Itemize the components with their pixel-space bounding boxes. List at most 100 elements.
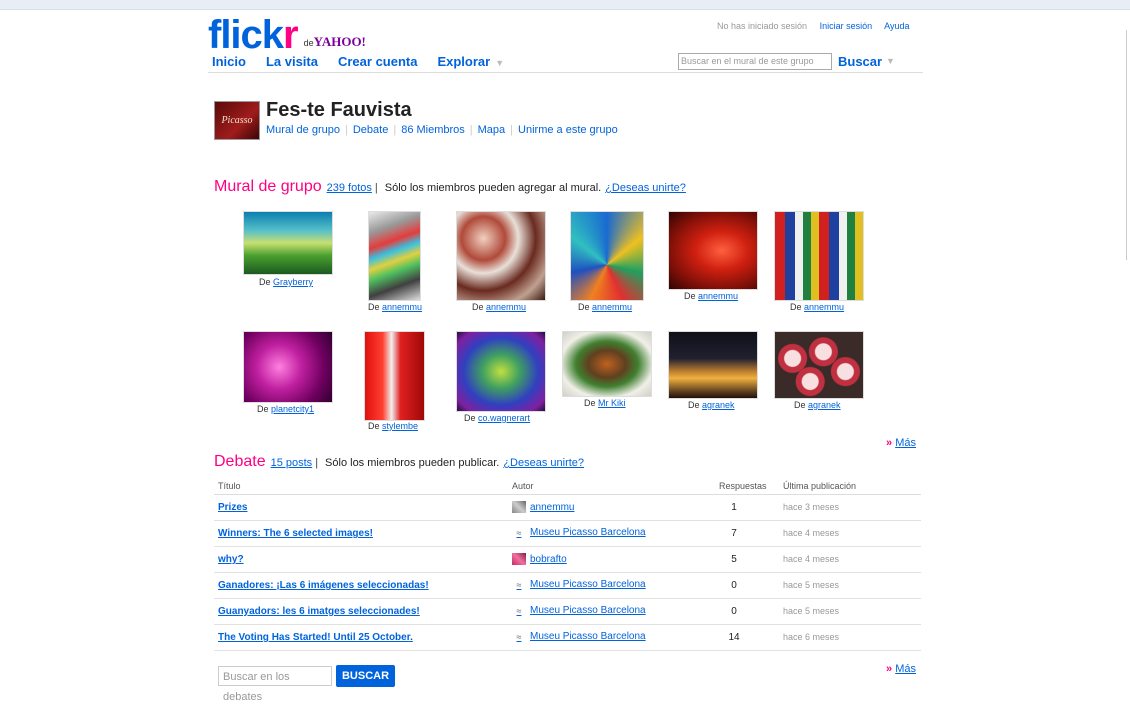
avatar[interactable] — [512, 501, 526, 513]
author-link[interactable]: Museu Picasso Barcelona — [530, 631, 646, 642]
buddy-icon[interactable]: ≈ — [512, 580, 526, 590]
photo-thumbnail[interactable] — [562, 331, 652, 397]
photo-thumbnail[interactable] — [243, 211, 333, 275]
discuss-heading-row: Debate 15 posts | Sólo los miembros pued… — [214, 453, 584, 471]
avatar[interactable] — [512, 553, 526, 565]
table-row: Ganadores: ¡Las 6 imágenes seleccionadas… — [214, 573, 921, 599]
pool-search-input[interactable]: Buscar en el mural de este grupo — [678, 53, 832, 70]
author-link[interactable]: bobrafto — [530, 554, 567, 565]
photo-author-link[interactable]: planetcity1 — [271, 404, 314, 414]
photo-thumbnail[interactable] — [668, 331, 758, 399]
topic-title-link[interactable]: Guanyadors: les 6 imatges seleccionades! — [218, 606, 420, 617]
link-separator: | — [393, 124, 397, 136]
link-miembros[interactable]: 86 Miembros — [401, 124, 465, 136]
photo-thumbnail[interactable] — [668, 211, 758, 290]
photo-thumbnail[interactable] — [368, 211, 421, 301]
photo-author-link[interactable]: annemmu — [382, 302, 422, 312]
photo-thumbnail[interactable] — [570, 211, 644, 301]
photo-caption: De annemmu — [790, 302, 844, 312]
link-mapa[interactable]: Mapa — [478, 124, 506, 136]
logo-wordmark: flickr — [208, 15, 299, 55]
photo-thumbnail[interactable] — [774, 331, 864, 399]
photo-thumbnail[interactable] — [456, 331, 546, 412]
photo-thumbnail[interactable] — [243, 331, 333, 403]
group-icon[interactable]: Picasso — [214, 101, 260, 140]
topic-title-link[interactable]: The Voting Has Started! Until 25 October… — [218, 632, 413, 643]
photo-thumbnail[interactable] — [774, 211, 864, 301]
search-button[interactable]: Buscar — [838, 54, 882, 69]
pool-photo[interactable]: De annemmu — [668, 211, 758, 301]
nav-la-visita[interactable]: La visita — [266, 54, 318, 69]
chevron-down-icon[interactable]: ▼ — [495, 58, 504, 68]
separator: | — [374, 182, 378, 194]
link-mural[interactable]: Mural de grupo — [266, 124, 340, 136]
photo-author-link[interactable]: annemmu — [698, 291, 738, 301]
photo-author-link[interactable]: annemmu — [486, 302, 526, 312]
pool-photo[interactable]: De stylembe — [364, 331, 425, 431]
buddy-icon[interactable]: ≈ — [512, 632, 526, 642]
yahoo-logo: YAHOO! — [313, 34, 366, 49]
table-row: Winners: The 6 selected images! ≈ Museu P… — [214, 521, 921, 547]
photo-author-link[interactable]: co.wagnerart — [478, 413, 530, 423]
topic-title-link[interactable]: Ganadores: ¡Las 6 imágenes seleccionadas… — [218, 580, 429, 591]
link-debate[interactable]: Debate — [353, 124, 388, 136]
author-link[interactable]: annemmu — [530, 502, 574, 513]
nav-explorar-label: Explorar — [437, 54, 491, 69]
help-link[interactable]: Ayuda — [884, 21, 909, 31]
pool-note: Sólo los miembros pueden agregar al mura… — [384, 182, 602, 194]
login-status: No has iniciado sesión — [717, 21, 808, 31]
photo-author-link[interactable]: stylembe — [382, 421, 418, 431]
author-link[interactable]: Museu Picasso Barcelona — [530, 605, 646, 616]
photo-author-link[interactable]: annemmu — [592, 302, 632, 312]
chevron-down-icon[interactable]: ▼ — [886, 56, 895, 66]
topic-author: ≈ Museu Picasso Barcelona — [512, 631, 646, 642]
photo-author-link[interactable]: Grayberry — [273, 277, 313, 287]
discussion-search-button[interactable]: BUSCAR — [336, 665, 395, 687]
topic-title-link[interactable]: why? — [218, 554, 244, 565]
link-separator: | — [345, 124, 348, 136]
account-bar: No has iniciado sesión Iniciar sesión Ay… — [717, 21, 919, 31]
nav-crear-cuenta[interactable]: Crear cuenta — [338, 54, 417, 69]
discuss-count-link[interactable]: 15 posts — [271, 457, 313, 469]
photo-author-link[interactable]: Mr Kiki — [598, 398, 626, 408]
pool-photo[interactable]: De agranek — [774, 331, 864, 410]
photo-thumbnail[interactable] — [456, 211, 546, 301]
window-scrollbar[interactable] — [1126, 30, 1130, 260]
nav-inicio[interactable]: Inicio — [212, 54, 246, 69]
photo-caption: De Grayberry — [259, 277, 313, 287]
more-arrow-icon: » — [886, 663, 893, 675]
pool-join-link[interactable]: ¿Deseas unirte? — [605, 182, 686, 194]
pool-photo[interactable]: De co.wagnerart — [456, 331, 546, 423]
photo-thumbnail[interactable] — [364, 331, 425, 421]
photo-author-link[interactable]: agranek — [808, 400, 841, 410]
buddy-icon[interactable]: ≈ — [512, 606, 526, 616]
discuss-more-link[interactable]: » Más — [886, 663, 916, 675]
author-link[interactable]: Museu Picasso Barcelona — [530, 527, 646, 538]
pool-photo[interactable]: De annemmu — [570, 211, 644, 312]
author-link[interactable]: Museu Picasso Barcelona — [530, 579, 646, 590]
buddy-icon[interactable]: ≈ — [512, 528, 526, 538]
pool-photo[interactable]: De annemmu — [368, 211, 422, 312]
photo-by: De — [584, 398, 596, 408]
discuss-join-link[interactable]: ¿Deseas unirte? — [503, 457, 584, 469]
discussion-search-input[interactable]: Buscar en los debates — [218, 666, 332, 703]
photo-author-link[interactable]: agranek — [702, 400, 735, 410]
pool-photo[interactable]: De annemmu — [774, 211, 864, 312]
topic-title-link[interactable]: Winners: The 6 selected images! — [218, 528, 373, 539]
logo-de: de — [303, 38, 314, 48]
photo-by: De — [368, 302, 380, 312]
pool-photo[interactable]: De Mr Kiki — [562, 331, 652, 408]
pool-photo[interactable]: De planetcity1 — [243, 331, 333, 414]
flickr-logo[interactable]: flickr de YAHOO! — [208, 15, 366, 55]
nav-explorar[interactable]: Explorar ▼ — [437, 54, 504, 69]
pool-photo[interactable]: De Grayberry — [243, 211, 333, 287]
login-link[interactable]: Iniciar sesión — [820, 21, 873, 31]
topic-author: ≈ Museu Picasso Barcelona — [512, 527, 646, 538]
topic-title-link[interactable]: Prizes — [218, 502, 247, 513]
pool-more-link[interactable]: » Más — [886, 437, 916, 449]
pool-photo[interactable]: De annemmu — [456, 211, 546, 312]
link-join-group[interactable]: Unirme a este grupo — [518, 124, 618, 136]
pool-photo[interactable]: De agranek — [668, 331, 758, 410]
photo-author-link[interactable]: annemmu — [804, 302, 844, 312]
pool-count-link[interactable]: 239 fotos — [327, 182, 372, 194]
